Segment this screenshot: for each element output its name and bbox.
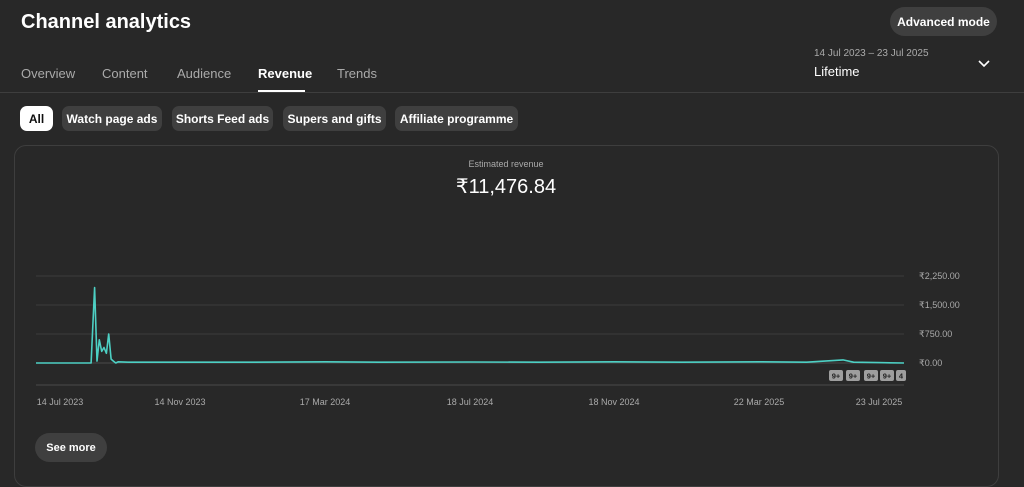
tab-content[interactable]: Content — [102, 66, 148, 81]
filter-chip-affiliate-programme[interactable]: Affiliate programme — [395, 106, 518, 131]
see-more-button[interactable]: See more — [35, 433, 107, 462]
tab-overview[interactable]: Overview — [21, 66, 75, 81]
x-tick-label: 14 Nov 2023 — [154, 397, 205, 407]
filter-chip-shorts-feed-ads[interactable]: Shorts Feed ads — [172, 106, 273, 131]
filter-chip-all[interactable]: All — [20, 106, 53, 131]
date-period[interactable]: Lifetime — [814, 64, 860, 79]
filter-chip-watch-page-ads[interactable]: Watch page ads — [62, 106, 162, 131]
chevron-down-icon[interactable] — [977, 58, 991, 70]
y-tick-label: ₹1,500.00 — [919, 300, 960, 310]
header-divider — [0, 92, 1024, 93]
revenue-line-chart: ₹0.00 ₹750.00 ₹1,500.00 ₹2,250.00 14 Jul 202… — [36, 271, 960, 407]
tab-revenue[interactable]: Revenue — [258, 66, 312, 81]
metric-value: ₹11,476.84 — [455, 176, 557, 198]
annotation-badge-label: 9+ — [867, 372, 876, 381]
revenue-series-line — [36, 286, 905, 364]
x-tick-label: 22 Mar 2025 — [734, 397, 785, 407]
y-tick-label: ₹2,250.00 — [919, 271, 960, 281]
x-tick-label: 23 Jul 2025 — [856, 397, 903, 407]
metric-label: Estimated revenue — [468, 159, 544, 169]
annotation-badge-label: 9+ — [832, 372, 841, 381]
annotation-badge-label: 9+ — [849, 372, 858, 381]
tab-audience[interactable]: Audience — [177, 66, 231, 81]
filter-chip-supers-and-gifts[interactable]: Supers and gifts — [283, 106, 386, 131]
x-tick-label: 17 Mar 2024 — [300, 397, 351, 407]
x-tick-label: 14 Jul 2023 — [37, 397, 84, 407]
annotation-badge-label: 9+ — [883, 372, 892, 381]
page-title: Channel analytics — [21, 11, 192, 33]
y-tick-label: ₹750.00 — [919, 329, 952, 339]
x-tick-label: 18 Jul 2024 — [447, 397, 494, 407]
y-tick-label: ₹0.00 — [919, 358, 942, 368]
x-tick-label: 18 Nov 2024 — [588, 397, 639, 407]
advanced-mode-button[interactable]: Advanced mode — [890, 7, 997, 36]
date-range-text[interactable]: 14 Jul 2023 – 23 Jul 2025 — [814, 48, 929, 59]
tab-trends[interactable]: Trends — [337, 66, 377, 81]
